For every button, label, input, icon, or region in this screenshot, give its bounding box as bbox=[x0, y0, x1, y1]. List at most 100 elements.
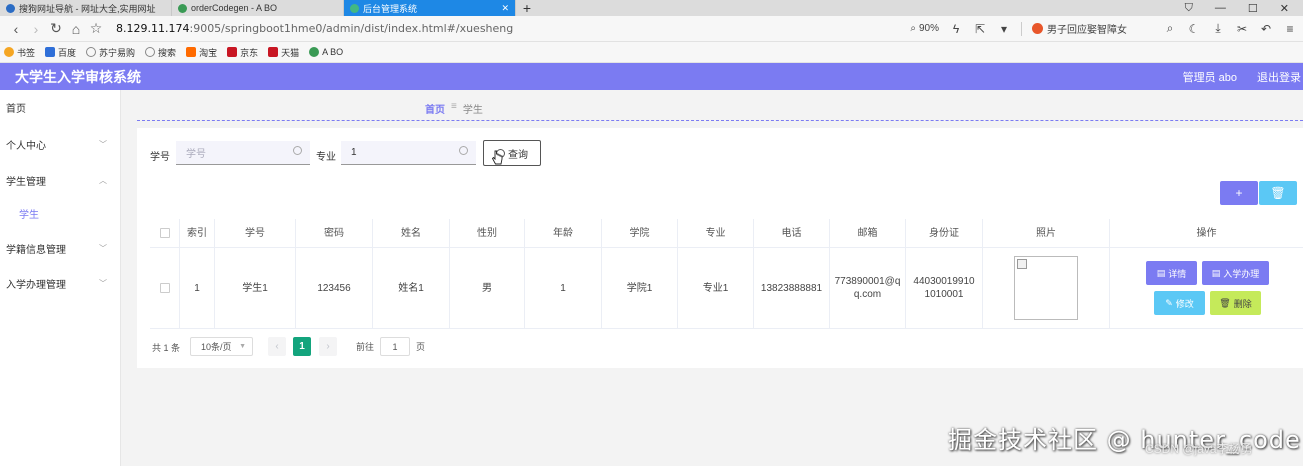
window-close-icon[interactable]: ✕ bbox=[1280, 2, 1289, 15]
close-icon[interactable]: ✕ bbox=[501, 3, 509, 14]
bookmark-taobao[interactable]: 淘宝 bbox=[186, 46, 217, 59]
search-suggestion[interactable]: 男子回应娶智障女 bbox=[1032, 21, 1127, 36]
cell-age: 1 bbox=[525, 248, 602, 328]
batch-delete-button[interactable]: 🗑 bbox=[1259, 181, 1297, 205]
share-icon[interactable]: ⇱ bbox=[973, 22, 987, 36]
bookmark-jd[interactable]: 京东 bbox=[227, 46, 258, 59]
cell-college: 学院1 bbox=[602, 248, 678, 328]
divider bbox=[137, 120, 1303, 121]
moon-icon[interactable]: ☾ bbox=[1187, 22, 1201, 36]
bookmark-bookmarks[interactable]: 书签 bbox=[4, 46, 35, 59]
bookmark-search[interactable]: 搜索 bbox=[145, 46, 176, 59]
delete-button[interactable]: 🗑 删除 bbox=[1210, 291, 1261, 315]
prev-page-button[interactable]: ‹ bbox=[268, 337, 286, 356]
header-age: 年龄 bbox=[525, 219, 602, 247]
broken-image-icon bbox=[1017, 259, 1027, 269]
minimize-icon[interactable]: — bbox=[1215, 2, 1226, 14]
document-icon: ▤ bbox=[1156, 267, 1166, 278]
bookmark-suning[interactable]: 苏宁易购 bbox=[86, 46, 135, 59]
student-no-input[interactable]: 学号 bbox=[176, 141, 310, 165]
header-user-area: 管理员 abo 退出登录 bbox=[1183, 69, 1303, 85]
search-icon[interactable]: ⌕ bbox=[1163, 21, 1177, 36]
student-photo-image bbox=[1014, 256, 1078, 320]
search-engine-icon bbox=[1032, 23, 1043, 34]
zoom-indicator[interactable]: ⌕ 90% bbox=[910, 23, 939, 34]
document-icon: ▤ bbox=[1211, 267, 1221, 278]
edit-button[interactable]: ✎ 修改 bbox=[1154, 291, 1205, 315]
logout-link[interactable]: 退出登录 bbox=[1257, 69, 1301, 85]
address-bar-tools: ⌕ 90% ϟ ⇱ ▾ 男子回应娶智障女 ⌕ ☾ ⤓ ✂ ↶ ≡ bbox=[910, 21, 1297, 36]
bookmark-tmall[interactable]: 天猫 bbox=[268, 46, 299, 59]
dropdown-icon[interactable]: ▾ bbox=[997, 22, 1011, 36]
header-password: 密码 bbox=[296, 219, 373, 247]
sidebar-item-student-management[interactable]: 学生管理 ︿ bbox=[0, 170, 121, 190]
sidebar-item-enrollment-info[interactable]: 学籍信息管理 ﹀ bbox=[0, 238, 121, 258]
forward-icon[interactable]: › bbox=[26, 21, 46, 37]
breadcrumb-home[interactable]: 首页 bbox=[425, 101, 445, 116]
goto-page-input[interactable]: 1 bbox=[380, 337, 411, 356]
hand-cursor-icon bbox=[491, 150, 503, 165]
sidebar-item-student[interactable]: 学生 bbox=[0, 203, 121, 223]
header-major: 专业 bbox=[678, 219, 754, 247]
sidebar-item-label: 学生 bbox=[19, 209, 39, 221]
cell-password: 123456 bbox=[296, 248, 373, 328]
zoom-level: 90% bbox=[918, 23, 939, 34]
page-size-select[interactable]: 10条/页 ▼ bbox=[190, 337, 253, 356]
breadcrumb-current: 学生 bbox=[462, 105, 483, 116]
header-gender: 性别 bbox=[450, 219, 525, 247]
trash-icon: 🗑 bbox=[1270, 186, 1286, 200]
bookmark-label: 天猫 bbox=[281, 47, 300, 58]
browser-tab-ordercodegen[interactable]: orderCodegen - A BO bbox=[172, 0, 344, 16]
header-name: 姓名 bbox=[373, 219, 450, 247]
query-button-label: 查询 bbox=[508, 149, 528, 161]
new-tab-button[interactable]: + bbox=[516, 0, 538, 16]
chevron-down-icon: ﹀ bbox=[99, 139, 107, 149]
shirt-icon[interactable]: ⛉ bbox=[1185, 2, 1193, 15]
sidebar-item-personal-center[interactable]: 个人中心 ﹀ bbox=[0, 134, 121, 154]
goto-label: 前往 bbox=[356, 342, 375, 352]
download-icon[interactable]: ⤓ bbox=[1211, 21, 1225, 36]
sidebar-item-home[interactable]: 首页 bbox=[0, 97, 121, 117]
detail-button[interactable]: ▤ 详情 bbox=[1146, 261, 1197, 285]
next-page-button[interactable]: › bbox=[319, 337, 337, 356]
search-icon bbox=[459, 146, 468, 155]
home-icon[interactable]: ⌂ bbox=[66, 21, 86, 37]
back-icon[interactable]: ‹ bbox=[6, 21, 26, 37]
lightning-icon[interactable]: ϟ bbox=[949, 22, 963, 36]
bookmark-abo[interactable]: A BO bbox=[309, 47, 343, 57]
sidebar-item-admission-processing[interactable]: 入学办理管理 ﹀ bbox=[0, 273, 121, 293]
header-student-no: 学号 bbox=[215, 219, 296, 247]
bookmark-label: 苏宁易购 bbox=[99, 47, 136, 58]
sidebar-item-label: 个人中心 bbox=[6, 140, 46, 152]
scissors-icon[interactable]: ✂ bbox=[1235, 22, 1249, 36]
bookmark-label: 百度 bbox=[58, 47, 77, 58]
page-number-button[interactable]: 1 bbox=[293, 337, 311, 356]
enroll-button[interactable]: ▤ 入学办理 bbox=[1202, 261, 1269, 285]
taobao-icon bbox=[186, 47, 197, 57]
menu-icon[interactable]: ≡ bbox=[1283, 22, 1297, 36]
undo-icon[interactable]: ↶ bbox=[1259, 22, 1273, 36]
window-controls: ⛉ — ☐ ✕ bbox=[1185, 0, 1303, 16]
add-button[interactable]: + bbox=[1220, 181, 1258, 205]
bookmarks-bar: 书签 百度 苏宁易购 搜索 淘宝 京东 天猫 A BO bbox=[0, 42, 1303, 63]
browser-tab-admin[interactable]: 后台管理系统 ✕ bbox=[344, 0, 516, 16]
tmall-icon bbox=[268, 47, 279, 57]
select-all-checkbox[interactable] bbox=[159, 228, 170, 238]
goto-page: 前往 1 页 bbox=[356, 337, 425, 356]
star-icon[interactable]: ☆ bbox=[86, 20, 106, 37]
bookmark-label: 京东 bbox=[240, 47, 259, 58]
vue-favicon-icon bbox=[350, 3, 359, 13]
cell-index: 1 bbox=[180, 248, 215, 328]
major-value: 1 bbox=[351, 147, 357, 158]
bookmark-baidu[interactable]: 百度 bbox=[45, 46, 76, 59]
maximize-icon[interactable]: ☐ bbox=[1248, 2, 1258, 15]
url-field[interactable]: 8.129.11.174:9005/springboot1hme0/admin/… bbox=[116, 22, 513, 35]
jd-icon bbox=[227, 47, 238, 57]
browser-tab-sogou[interactable]: 搜狗网址导航 - 网址大全,实用网址 bbox=[0, 0, 172, 16]
row-checkbox[interactable] bbox=[159, 283, 170, 293]
baidu-icon bbox=[45, 47, 56, 57]
major-input[interactable]: 1 bbox=[341, 141, 476, 165]
chevron-left-icon: ‹ bbox=[275, 341, 279, 352]
reload-icon[interactable]: ↻ bbox=[46, 20, 66, 37]
plus-icon: + bbox=[1235, 186, 1243, 200]
